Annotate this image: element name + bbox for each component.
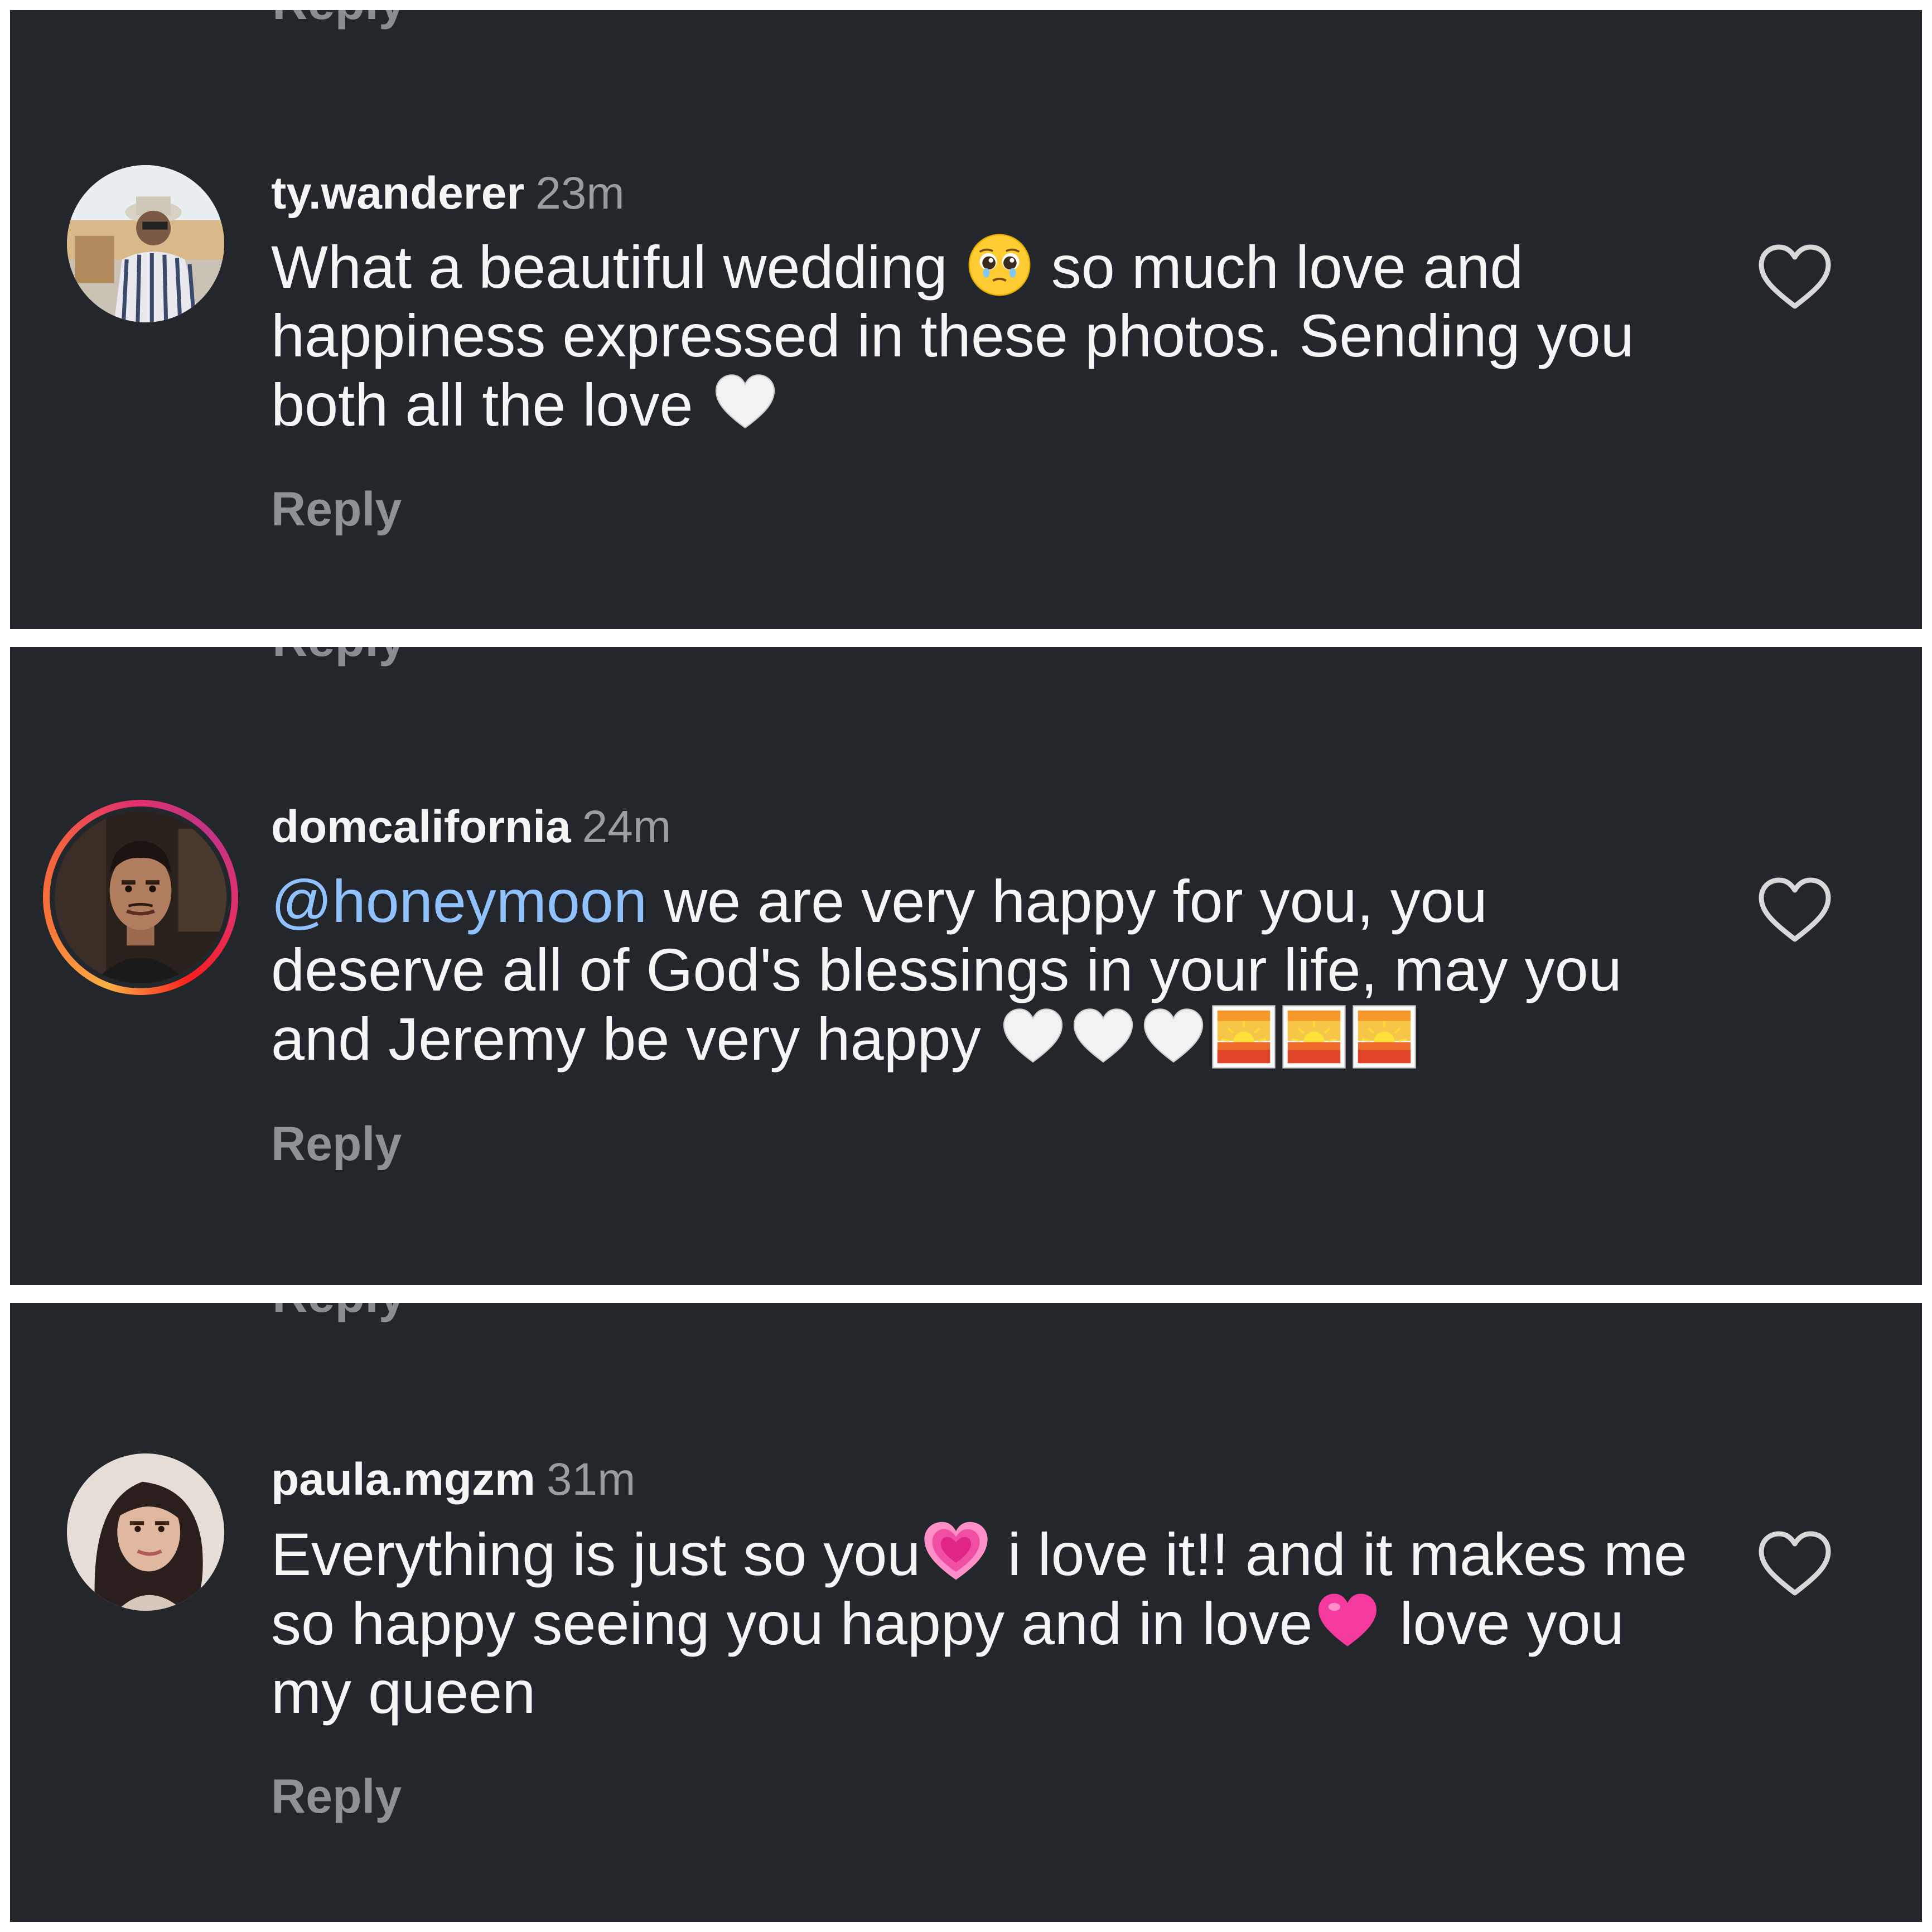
comment-text: Everything is just so you i love it!! an…: [271, 1519, 1699, 1726]
comment-panel: Reply domcalifornia24m @honeymoon: [10, 647, 1922, 1285]
comment-text-part: Everything is just so you: [271, 1520, 921, 1588]
like-heart-icon[interactable]: [1756, 1527, 1834, 1600]
avatar[interactable]: [67, 1453, 224, 1611]
white-heart-emoji: [712, 370, 778, 436]
comment-header: paula.mgzm 31m: [271, 1457, 635, 1503]
username[interactable]: paula.mgzm: [271, 1454, 535, 1505]
pleading-face-emoji: [967, 232, 1032, 298]
comment-text: What a beautiful wedding so much love an…: [271, 232, 1699, 439]
mention-link[interactable]: @honeymoon: [271, 867, 647, 935]
timestamp: 23m: [535, 168, 625, 219]
comment-text-part: What a beautiful wedding: [271, 233, 964, 301]
white-heart-emoji: [1141, 1004, 1206, 1070]
reply-button[interactable]: Reply: [271, 1772, 402, 1820]
sunrise-emoji: [1351, 1004, 1417, 1070]
reply-button[interactable]: Reply: [271, 485, 402, 533]
like-heart-icon[interactable]: [1756, 240, 1834, 313]
comment-text: @honeymoon we are very happy for you, yo…: [271, 867, 1699, 1073]
pink-heart-emoji: [1315, 1588, 1380, 1654]
cut-off-reply-label[interactable]: Reply: [272, 10, 406, 27]
cut-off-reply-label[interactable]: Reply: [272, 1303, 406, 1320]
sunrise-emoji: [1211, 1004, 1277, 1070]
growing-heart-emoji: [923, 1519, 989, 1585]
avatar[interactable]: [67, 165, 224, 322]
username[interactable]: ty.wanderer: [271, 168, 524, 219]
white-heart-emoji: [1070, 1004, 1136, 1070]
sunrise-emoji: [1281, 1004, 1347, 1070]
comment-header: ty.wanderer 23m: [271, 171, 625, 216]
story-ring[interactable]: [43, 800, 238, 995]
username[interactable]: domcalifornia: [271, 801, 571, 852]
comment-panel: Reply paula.mgzm31m Everything is just s…: [10, 1303, 1922, 1922]
avatar[interactable]: [55, 812, 226, 983]
timestamp: 24m: [582, 801, 672, 852]
comment-panel: Reply ty.wanderer23m What a beautiful: [10, 10, 1922, 629]
comment-header: domcalifornia 24m: [271, 804, 671, 850]
timestamp: 31m: [546, 1454, 636, 1505]
cut-off-reply-label[interactable]: Reply: [272, 647, 406, 664]
white-heart-emoji: [1000, 1004, 1066, 1070]
like-heart-icon[interactable]: [1756, 873, 1834, 946]
reply-button[interactable]: Reply: [271, 1120, 402, 1168]
